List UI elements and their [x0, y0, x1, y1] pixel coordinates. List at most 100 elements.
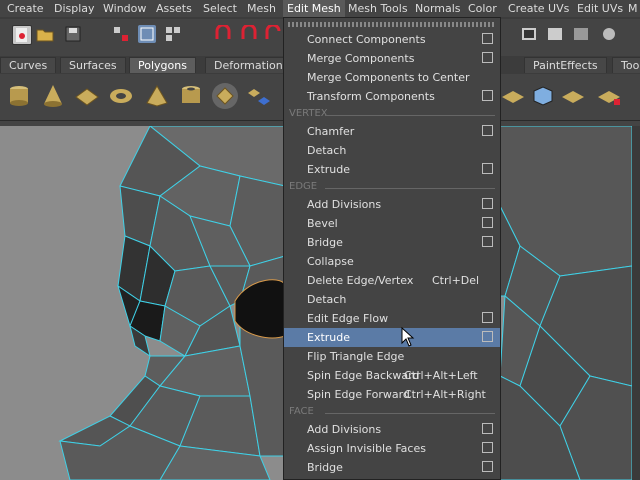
menu-item-label: Connect Components — [307, 33, 426, 46]
menu-item-edit-edge-flow[interactable]: Edit Edge Flow — [284, 309, 500, 328]
menu-assets[interactable]: Assets — [156, 0, 192, 17]
poly-tool-a-icon[interactable] — [500, 83, 526, 109]
poly-cylinder-icon[interactable] — [6, 83, 32, 109]
option-box-icon[interactable] — [482, 33, 493, 44]
menu-item-label: Bridge — [307, 461, 343, 474]
menu-item-shortcut: Ctrl+Alt+Left — [404, 369, 478, 382]
menu-create-uvs[interactable]: Create UVs — [508, 0, 569, 17]
menu-item-label: Spin Edge Forward — [307, 388, 410, 401]
menu-item-label: Edit Edge Flow — [307, 312, 389, 325]
section-header-vertex: VERTEX — [289, 108, 499, 122]
menu-item-detach[interactable]: Detach — [284, 290, 500, 309]
hypershade-icon[interactable] — [600, 25, 618, 43]
tab-toon[interactable]: Toon — [612, 57, 640, 73]
menu-edit-uvs[interactable]: Edit UVs — [577, 0, 623, 17]
option-box-icon[interactable] — [482, 442, 493, 453]
menu-item-label: Merge Components — [307, 52, 415, 65]
poly-separate-icon[interactable] — [246, 83, 272, 109]
menu-item-bridge[interactable]: Bridge — [284, 233, 500, 252]
tab-painteffects[interactable]: PaintEffects — [524, 57, 607, 73]
menu-item-bridge[interactable]: Bridge — [284, 458, 500, 477]
menu-item-extrude[interactable]: Extrude — [284, 160, 500, 179]
menu-item-add-divisions[interactable]: Add Divisions — [284, 195, 500, 214]
menu-item-label: Spin Edge Backward — [307, 369, 420, 382]
menu-mesh-tools[interactable]: Mesh Tools — [348, 0, 408, 17]
menu-edit-mesh[interactable]: Edit Mesh — [283, 0, 345, 17]
poly-plane-icon[interactable] — [74, 83, 100, 109]
render-frame-icon[interactable] — [520, 25, 538, 43]
menu-item-collapse[interactable]: Collapse — [284, 252, 500, 271]
snap-to-point-icon[interactable] — [264, 23, 282, 43]
menu-item-label: Merge Components to Center — [307, 71, 470, 84]
menu-create[interactable]: Create — [7, 0, 44, 17]
option-box-icon[interactable] — [482, 461, 493, 472]
option-box-icon[interactable] — [482, 125, 493, 136]
option-box-icon[interactable] — [482, 52, 493, 63]
poly-platonic-icon[interactable] — [212, 83, 238, 109]
menu-item-add-divisions[interactable]: Add Divisions — [284, 420, 500, 439]
tear-off-handle[interactable] — [288, 22, 496, 27]
option-box-icon[interactable] — [482, 90, 493, 101]
save-scene-icon[interactable] — [64, 25, 82, 43]
menu-item-delete-edge-vertex[interactable]: Delete Edge/Vertex Ctrl+Del — [284, 271, 500, 290]
select-by-component-icon[interactable] — [164, 25, 182, 43]
menu-item-label: Add Divisions — [307, 198, 382, 211]
tab-polygons[interactable]: Polygons — [129, 57, 196, 73]
option-box-icon[interactable] — [482, 217, 493, 228]
section-title: EDGE — [289, 181, 318, 192]
menu-display[interactable]: Display — [54, 0, 95, 17]
menu-item-extrude[interactable]: Extrude — [284, 328, 500, 347]
menu-item-connect-components[interactable]: Connect Components — [284, 30, 500, 49]
menu-item-detach[interactable]: Detach — [284, 141, 500, 160]
poly-cube-icon[interactable] — [530, 83, 556, 109]
menu-window[interactable]: Window — [103, 0, 146, 17]
menu-item-merge-components-to-center[interactable]: Merge Components to Center — [284, 68, 500, 87]
menu-item-label: Transform Components — [307, 90, 435, 103]
option-box-icon[interactable] — [482, 423, 493, 434]
option-box-icon[interactable] — [482, 312, 493, 323]
menu-more[interactable]: M — [628, 0, 638, 17]
menu-item-transform-components[interactable]: Transform Components — [284, 87, 500, 106]
option-box-icon[interactable] — [482, 198, 493, 209]
menu-item-label: Bevel — [307, 217, 338, 230]
section-divider — [325, 413, 495, 414]
menu-item-label: Extrude — [307, 163, 351, 176]
menu-item-merge-components[interactable]: Merge Components — [284, 49, 500, 68]
section-title: VERTEX — [289, 108, 328, 119]
open-scene-icon[interactable] — [36, 25, 54, 43]
tab-surfaces[interactable]: Surfaces — [60, 57, 126, 73]
poly-pipe-icon[interactable] — [178, 83, 204, 109]
select-by-hierarchy-icon[interactable] — [112, 25, 130, 43]
render-settings-icon[interactable] — [572, 25, 590, 43]
option-box-icon[interactable] — [482, 236, 493, 247]
poly-tool-b-icon[interactable] — [560, 83, 586, 109]
menu-item-flip-triangle-edge[interactable]: Flip Triangle Edge — [284, 347, 500, 366]
menu-item-spin-edge-backward[interactable]: Spin Edge Backward Ctrl+Alt+Left — [284, 366, 500, 385]
menu-item-label: Delete Edge/Vertex — [307, 274, 414, 287]
edit-mesh-dropdown: Connect Components Merge Components Merge … — [283, 17, 501, 480]
menu-color[interactable]: Color — [468, 0, 497, 17]
select-by-object-icon[interactable] — [138, 25, 156, 43]
ipr-render-icon[interactable] — [546, 25, 564, 43]
menu-item-bevel[interactable]: Bevel — [284, 214, 500, 233]
poly-cone-icon[interactable] — [40, 83, 66, 109]
menu-item-label: Detach — [307, 293, 347, 306]
menu-item-label: Collapse — [307, 255, 354, 268]
menu-item-assign-invisible-faces[interactable]: Assign Invisible Faces — [284, 439, 500, 458]
snap-to-grid-icon[interactable] — [214, 23, 232, 43]
menu-mesh[interactable]: Mesh — [247, 0, 276, 17]
option-box-icon[interactable] — [482, 163, 493, 174]
tab-deformation[interactable]: Deformation — [205, 57, 292, 73]
option-box-icon[interactable] — [482, 331, 493, 342]
menu-select[interactable]: Select — [203, 0, 237, 17]
poly-pyramid-icon[interactable] — [144, 83, 170, 109]
poly-torus-icon[interactable] — [108, 83, 134, 109]
menu-item-shortcut: Ctrl+Del — [432, 274, 480, 287]
poly-tool-c-icon[interactable] — [596, 83, 622, 109]
new-scene-icon[interactable] — [12, 25, 32, 45]
snap-to-curve-icon[interactable] — [240, 23, 258, 43]
menu-normals[interactable]: Normals — [415, 0, 461, 17]
tab-curves[interactable]: Curves — [0, 57, 57, 73]
menu-item-chamfer[interactable]: Chamfer — [284, 122, 500, 141]
menu-item-spin-edge-forward[interactable]: Spin Edge Forward Ctrl+Alt+Right — [284, 385, 500, 404]
